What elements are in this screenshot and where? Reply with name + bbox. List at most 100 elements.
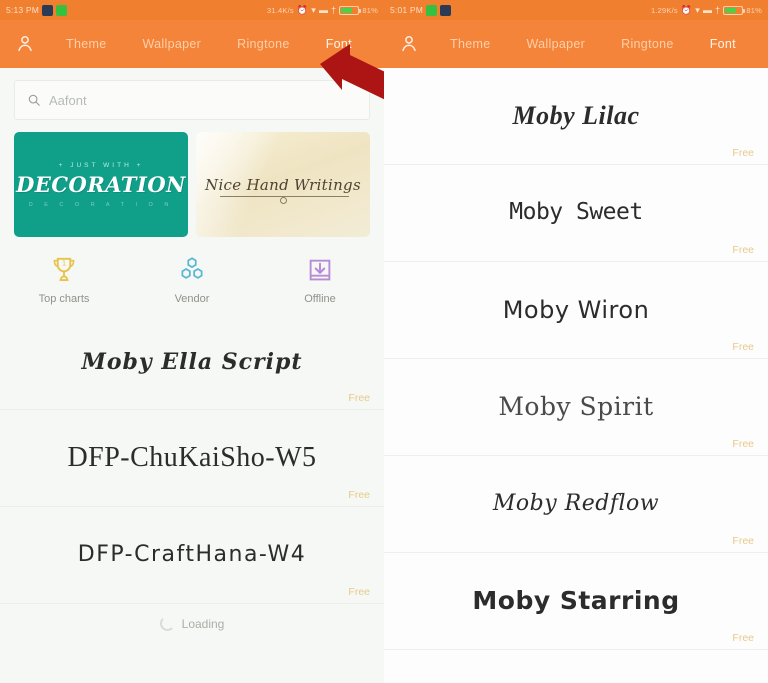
status-bar-right-group: 31.4K/s ⏰ ▾ ▬ † 81%: [266, 4, 378, 15]
person-icon: [402, 36, 416, 52]
notification-icon-2: [440, 4, 452, 16]
tab-ringtone[interactable]: Ringtone: [235, 33, 291, 55]
font-price-badge: Free: [348, 586, 370, 598]
quick-action-offline-label: Offline: [304, 293, 336, 305]
notification-icon-1: [42, 4, 54, 16]
tab-font[interactable]: Font: [324, 33, 354, 55]
font-preview-name: DFP-ChuKaiSho-W5: [67, 441, 317, 473]
font-price-badge: Free: [348, 489, 370, 501]
font-list-item[interactable]: Moby Starring Free: [384, 553, 768, 650]
svg-text:1: 1: [62, 259, 66, 267]
handwriting-banner[interactable]: Nice Hand Writings: [196, 132, 370, 237]
font-list-item[interactable]: DFP-ChuKaiSho-W5 Free: [0, 410, 384, 507]
nav-bar-right: Theme Wallpaper Ringtone Font: [384, 20, 768, 68]
font-preview-name: Moby Redflow: [492, 490, 660, 516]
profile-button[interactable]: [14, 33, 48, 55]
tab-ringtone[interactable]: Ringtone: [619, 33, 675, 55]
font-list-item[interactable]: Moby Wiron Free: [384, 262, 768, 359]
wifi-icon: ▾: [311, 4, 316, 15]
person-icon: [18, 36, 32, 52]
font-preview-name: Moby Sweet: [509, 199, 643, 226]
data-rate: 31.4K/s: [266, 5, 294, 15]
battery-percent: 81%: [362, 5, 378, 15]
bluetooth-icon: †: [331, 4, 337, 15]
wifi-icon: ▾: [695, 4, 700, 15]
tab-theme[interactable]: Theme: [64, 33, 108, 55]
alarm-icon: ⏰: [680, 4, 693, 15]
handwriting-banner-title: Nice Hand Writings: [205, 175, 361, 194]
right-phone-screen: 5:01 PM 1.29K/s ⏰ ▾ ▬ † 81% Theme Wallpa…: [384, 0, 768, 683]
tab-theme[interactable]: Theme: [448, 33, 492, 55]
font-price-badge: Free: [732, 535, 754, 547]
alarm-icon: ⏰: [296, 4, 309, 15]
quick-action-top-charts[interactable]: 1 Top charts: [0, 255, 128, 305]
font-list-item[interactable]: Moby Redflow Free: [384, 456, 768, 553]
font-list-right: Moby Lilac Free Moby Sweet Free Moby Wir…: [384, 68, 768, 650]
hexagon-cluster-icon: [181, 257, 203, 279]
banner-row: + JUST WITH + DECORATION D E C O R A T I…: [0, 128, 384, 237]
loading-label: Loading: [181, 616, 225, 631]
font-price-badge: Free: [732, 147, 754, 159]
font-price-badge: Free: [732, 341, 754, 353]
font-price-badge: Free: [732, 438, 754, 450]
font-list-item[interactable]: Moby Sweet Free: [384, 165, 768, 262]
font-preview-name: Moby Starring: [472, 586, 680, 616]
loading-indicator: Loading: [0, 604, 384, 643]
profile-button[interactable]: [398, 33, 432, 55]
tab-wallpaper[interactable]: Wallpaper: [141, 33, 204, 55]
screenshot-pair: 5:13 PM 31.4K/s ⏰ ▾ ▬ † 81% Theme Wallpa…: [0, 0, 768, 683]
decoration-banner-kicker: + JUST WITH +: [58, 161, 144, 169]
tab-wallpaper[interactable]: Wallpaper: [525, 33, 588, 55]
tab-font[interactable]: Font: [708, 33, 738, 55]
decoration-banner-title: DECORATION: [16, 171, 186, 197]
font-preview-name: Moby Wiron: [502, 295, 650, 324]
signal-icon: ▬: [702, 4, 713, 15]
font-preview-name: Moby Lilac: [512, 100, 640, 130]
download-tray-icon: [309, 259, 331, 281]
search-section: Aafont: [0, 68, 384, 128]
quick-action-row: 1 Top charts Vendor Offline: [0, 237, 384, 315]
decoration-banner[interactable]: + JUST WITH + DECORATION D E C O R A T I…: [14, 132, 188, 237]
battery-icon: [339, 5, 362, 15]
status-bar-left: 5:13 PM 31.4K/s ⏰ ▾ ▬ † 81%: [0, 0, 384, 20]
notification-icon-1: [426, 4, 438, 16]
clock: 5:01 PM: [390, 5, 424, 15]
battery-icon: [723, 5, 746, 15]
signal-icon: ▬: [318, 4, 329, 15]
status-bar-right-group: 1.29K/s ⏰ ▾ ▬ † 81%: [650, 4, 762, 15]
left-phone-screen: 5:13 PM 31.4K/s ⏰ ▾ ▬ † 81% Theme Wallpa…: [0, 0, 384, 683]
font-list-item[interactable]: Moby Ella Script Free: [0, 315, 384, 410]
font-price-badge: Free: [732, 244, 754, 256]
status-bar-left-group: 5:13 PM: [6, 4, 68, 16]
status-bar-right: 5:01 PM 1.29K/s ⏰ ▾ ▬ † 81%: [384, 0, 768, 20]
font-list-item[interactable]: Moby Spirit Free: [384, 359, 768, 456]
quick-action-top-charts-label: Top charts: [38, 293, 90, 305]
quick-action-offline[interactable]: Offline: [256, 255, 384, 305]
font-price-badge: Free: [732, 632, 754, 644]
spinner-icon: [159, 616, 175, 631]
battery-percent: 81%: [746, 5, 762, 15]
notification-icon-2: [56, 4, 68, 16]
search-icon: [28, 94, 40, 106]
trophy-icon: 1: [53, 257, 75, 281]
search-placeholder: Aafont: [49, 92, 87, 108]
data-rate: 1.29K/s: [650, 5, 678, 15]
quick-action-vendor[interactable]: Vendor: [128, 255, 256, 305]
status-bar-left-group: 5:01 PM: [390, 4, 452, 16]
font-preview-name: Moby Spirit: [498, 392, 654, 422]
font-list-item[interactable]: Moby Lilac Free: [384, 68, 768, 165]
font-preview-name: Moby Ella Script: [81, 348, 303, 375]
font-price-badge: Free: [348, 392, 370, 404]
nav-bar-left: Theme Wallpaper Ringtone Font: [0, 20, 384, 68]
decoration-banner-subtitle: D E C O R A T I O N: [28, 201, 174, 208]
nav-tab-list: Theme Wallpaper Ringtone Font: [48, 33, 370, 55]
font-preview-name: DFP-CraftHana-W4: [77, 541, 307, 567]
quick-action-vendor-label: Vendor: [174, 293, 210, 305]
bluetooth-icon: †: [715, 4, 721, 15]
font-list-item[interactable]: DFP-CraftHana-W4 Free: [0, 507, 384, 604]
search-input[interactable]: Aafont: [14, 80, 370, 120]
clock: 5:13 PM: [6, 5, 40, 15]
handwriting-knot: [279, 197, 287, 205]
nav-tab-list: Theme Wallpaper Ringtone Font: [432, 33, 754, 55]
font-list-left: Moby Ella Script Free DFP-ChuKaiSho-W5 F…: [0, 315, 384, 604]
